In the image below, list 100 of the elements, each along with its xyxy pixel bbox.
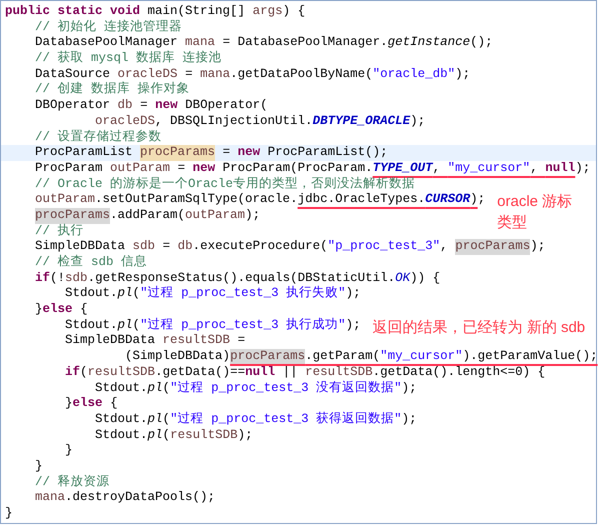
code-token: // 检查 sdb 信息 <box>35 255 148 271</box>
code-token: , DBSQLInjectionUtil. <box>155 114 313 130</box>
code-token: ProcParamList <box>35 145 134 161</box>
code-token: , <box>440 239 449 256</box>
code-token: public static void <box>5 4 140 20</box>
code-token: ) { <box>282 4 306 20</box>
code-token: pl <box>148 380 163 396</box>
code-token: // 释放资源 <box>35 474 110 490</box>
code-token: ); <box>346 318 361 334</box>
code-token: = <box>238 333 246 350</box>
code-token: DataSource <box>35 66 112 82</box>
code-token: )) { <box>410 270 440 286</box>
code-token: resultSDB <box>162 333 230 350</box>
code-token: CURSOR <box>425 192 470 208</box>
code-token: main(String[] <box>148 4 246 20</box>
code-token: mana <box>185 35 216 50</box>
code-token: resultSDB <box>305 364 373 380</box>
code-token: sdb <box>65 270 88 286</box>
code-token: } <box>35 302 43 318</box>
code-token: ); <box>575 160 590 177</box>
code-token: Stdout. <box>65 286 118 302</box>
code-token: // 创建 数据库 操作对象 <box>35 82 190 98</box>
code-token: procParams <box>455 239 530 256</box>
code-token: procParams <box>230 349 306 365</box>
code-token: ); <box>455 66 470 82</box>
code-token: = <box>140 98 149 114</box>
code-token: new <box>238 145 260 161</box>
code-token: } <box>65 443 73 459</box>
code-token: { <box>110 396 118 412</box>
code-token: db <box>118 98 133 114</box>
code-token: , <box>432 160 442 177</box>
code-token: "p_proc_test_3" <box>328 239 440 256</box>
code-token: outParam <box>185 208 246 224</box>
code-token: resultSDB <box>170 428 238 444</box>
code-token: null <box>545 160 576 177</box>
code-token: ); <box>402 380 417 396</box>
code-token: ( <box>162 412 170 428</box>
code-token: new <box>155 98 178 114</box>
annotation-note: 返回的结果，已经转为 新的 sdb <box>372 318 586 338</box>
code-token: = <box>162 239 172 256</box>
code-token: getInstance <box>388 35 470 52</box>
code-token: ( <box>162 428 170 444</box>
code-token: = <box>178 160 186 177</box>
code-token: .getResponseStatus().equals(DBStaticUtil. <box>88 270 396 286</box>
code-token: , <box>530 160 539 177</box>
code-token: ProcParam(ProcParam. <box>222 160 373 176</box>
code-token: ); <box>410 114 426 130</box>
code-token: procParams <box>140 145 216 161</box>
code-token: ); <box>245 208 260 224</box>
code-token: (SimpleDBData) <box>125 349 230 365</box>
code-token: (); <box>470 35 493 52</box>
code-token: ( <box>80 364 88 381</box>
code-token: DBTYPE_ORACLE <box>312 114 410 130</box>
code-token: ; <box>478 192 486 208</box>
code-token: (! <box>50 270 66 286</box>
code-token: .getParam( <box>305 349 380 365</box>
code-token: outParam <box>110 160 170 176</box>
code-token: "my_cursor" <box>380 349 463 365</box>
code-token: // 初始化 连接池管理器 <box>35 20 182 36</box>
code-token: "过程 p_proc_test_3 没有返回数据" <box>170 380 402 396</box>
code-token: resultSDB <box>88 364 156 381</box>
code-token: .getData().length<=0) { <box>372 364 546 381</box>
code-token: ); <box>346 286 361 302</box>
code-token: if <box>35 270 50 286</box>
code-token: .destroyDataPools(); <box>65 490 216 506</box>
code-token: } <box>35 458 43 475</box>
code-token: "过程 p_proc_test_3 获得返回数据" <box>170 412 402 428</box>
code-token: || <box>282 364 299 381</box>
code-token: = <box>222 145 232 161</box>
code-token: "过程 p_proc_test_3 执行成功" <box>140 318 346 334</box>
code-token: = DatabasePoolManager. <box>222 35 388 52</box>
code-token: mana <box>200 66 230 82</box>
code-token: ( <box>162 380 170 396</box>
code-token: pl <box>118 318 133 334</box>
code-token: // 执行 <box>35 224 84 240</box>
code-token: = <box>185 66 194 82</box>
code-token: OK <box>395 270 410 286</box>
code-token: mana <box>35 490 66 506</box>
code-token: Stdout. <box>95 428 148 444</box>
code-token: .getDataPoolByName( <box>230 66 373 82</box>
code-token: ( <box>132 318 140 334</box>
code-token: if <box>65 364 80 381</box>
code-token: DatabasePoolManager <box>35 35 179 50</box>
code-token: pl <box>118 286 133 302</box>
code-token: oracleDS <box>95 114 156 130</box>
code-token: .getData()== <box>155 364 246 380</box>
code-token: pl <box>148 412 163 428</box>
code-token: procParams <box>35 208 110 224</box>
code-token: new <box>192 160 216 177</box>
code-token: // 获取 mysql 数据库 连接池 <box>35 51 222 67</box>
code-token: Stdout. <box>95 412 148 428</box>
code-token: jdbc.OracleTypes. <box>298 192 426 208</box>
code-token: "oracle_db" <box>372 66 456 82</box>
code-token: else <box>42 302 73 318</box>
code-token: sdb <box>132 239 156 254</box>
code-token: .addParam( <box>110 208 186 224</box>
code-token: db <box>178 239 193 256</box>
code-token: ); <box>402 412 417 428</box>
code-token: ( <box>132 286 140 302</box>
code-token: null <box>245 364 276 381</box>
